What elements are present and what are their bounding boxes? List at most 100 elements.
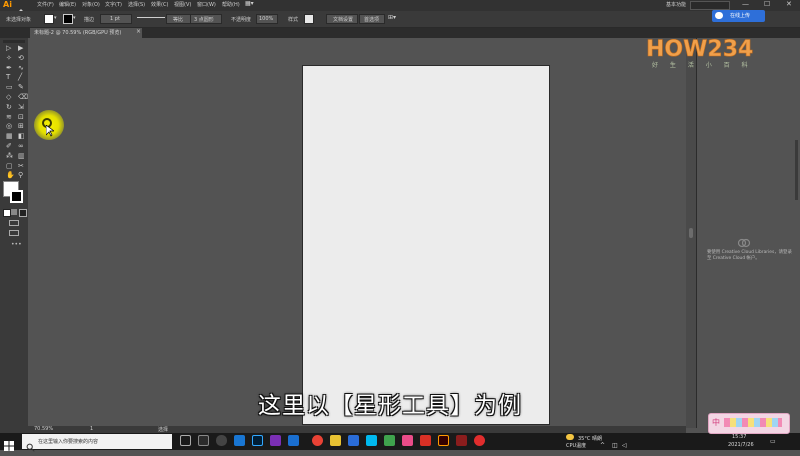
windows-start-icon[interactable]	[4, 436, 14, 451]
type-tool-icon[interactable]: T	[6, 74, 10, 81]
selection-label: 未选择对象	[6, 17, 32, 23]
chrome-app-icon[interactable]	[312, 435, 323, 446]
app-icon[interactable]	[366, 435, 377, 446]
tray-expand-icon[interactable]: ^	[600, 442, 605, 449]
close-icon[interactable]: ✕	[786, 0, 792, 8]
menu-effect[interactable]: 效果(C)	[151, 1, 168, 8]
gradient-mode-icon[interactable]	[19, 209, 27, 217]
tab-close-icon[interactable]: ×	[136, 28, 141, 35]
direct-selection-tool-icon[interactable]: ▶	[18, 45, 23, 52]
fill-swatch[interactable]	[44, 14, 54, 24]
artboard-navigator[interactable]: 1	[90, 426, 93, 432]
ime-mode-label[interactable]: 中	[712, 417, 720, 428]
app-icon[interactable]	[384, 435, 395, 446]
eraser-tool-icon[interactable]: ⌫	[18, 94, 28, 101]
tools-panel-grip[interactable]	[3, 40, 25, 43]
menu-type[interactable]: 文字(T)	[105, 1, 122, 8]
width-tool-icon[interactable]: ≋	[6, 113, 12, 121]
paintbrush-tool-icon[interactable]: ✎	[18, 84, 24, 91]
color-mode-icon[interactable]	[11, 209, 17, 215]
edge-app-icon[interactable]	[234, 435, 245, 446]
hand-tool-icon[interactable]: ✋	[6, 172, 15, 179]
pr-app-icon[interactable]	[288, 435, 299, 446]
app-icon[interactable]	[474, 435, 485, 446]
zoom-tool-icon[interactable]: ⚲	[18, 172, 23, 179]
weather-label[interactable]: 35°C 晴朗	[578, 435, 602, 442]
document-tab-label: 未标题-2 @ 70.59% (RGB/GPU 预览)	[34, 30, 122, 36]
brush-definition[interactable]: 3 点圆形	[190, 14, 222, 24]
symbol-sprayer-tool-icon[interactable]: ⁂	[6, 152, 13, 160]
premiere-app-icon[interactable]	[270, 435, 281, 446]
stroke-color-icon[interactable]	[10, 190, 23, 203]
workspace-switcher-icon[interactable]: ▦▾	[245, 0, 254, 7]
preferences-button[interactable]: 首选项	[359, 14, 385, 24]
minimize-icon[interactable]: —	[742, 0, 749, 8]
free-transform-tool-icon[interactable]: ⊡	[18, 113, 24, 121]
task-view-icon[interactable]	[180, 435, 191, 446]
magic-wand-tool-icon[interactable]: ✧	[6, 54, 12, 62]
gradient-tool-icon[interactable]: ◧	[18, 133, 25, 140]
menu-view[interactable]: 视图(V)	[174, 1, 191, 8]
volume-icon[interactable]: ◁	[622, 442, 627, 449]
scrollbar-thumb[interactable]	[689, 228, 693, 238]
style-swatch[interactable]	[304, 14, 314, 24]
menu-select[interactable]: 选择(S)	[128, 1, 145, 8]
curvature-tool-icon[interactable]: ∿	[18, 64, 24, 72]
artboard-tool-icon[interactable]: ▢	[6, 162, 13, 170]
mesh-tool-icon[interactable]: ▦	[6, 133, 13, 140]
app-icon[interactable]	[456, 435, 467, 446]
menu-edit[interactable]: 编辑(E)	[59, 1, 76, 8]
app-icon[interactable]	[402, 435, 413, 446]
perspective-grid-tool-icon[interactable]: ⊞	[18, 123, 24, 130]
rectangle-tool-icon[interactable]: ▭	[6, 84, 13, 91]
stroke-line-preview[interactable]	[137, 17, 165, 18]
menu-help[interactable]: 帮助(H)	[222, 1, 240, 8]
word-app-icon[interactable]	[348, 435, 359, 446]
slice-tool-icon[interactable]: ✂	[18, 162, 24, 170]
terminal-app-icon[interactable]	[198, 435, 209, 446]
scale-tool-icon[interactable]: ⇲	[18, 103, 24, 111]
app-icon[interactable]	[420, 435, 431, 446]
home-icon[interactable]	[17, 1, 25, 15]
maximize-icon[interactable]: ☐	[764, 0, 770, 8]
stroke-weight-field[interactable]: 1 pt	[100, 14, 132, 24]
eyedropper-tool-icon[interactable]: ✐	[6, 143, 12, 150]
workspace-label[interactable]: 基本功能	[666, 1, 686, 8]
artboard[interactable]	[302, 65, 550, 425]
notification-icon[interactable]: ▭	[770, 438, 776, 445]
clock-time[interactable]: 15:37	[732, 434, 746, 440]
chevron-down-icon[interactable]: ▾	[54, 15, 57, 21]
search-help-field[interactable]	[690, 1, 730, 10]
blend-tool-icon[interactable]: ∞	[18, 143, 24, 150]
zoom-level[interactable]: 70.59%	[34, 426, 53, 432]
arrange-icon[interactable]: ⊞▾	[388, 14, 396, 21]
menu-object[interactable]: 对象(O)	[82, 1, 100, 8]
weather-icon[interactable]	[566, 434, 574, 440]
illustrator-app-icon[interactable]	[438, 435, 449, 446]
menu-file[interactable]: 文件(F)	[37, 1, 54, 8]
document-setup-button[interactable]: 文档设置	[326, 14, 358, 24]
opacity-field[interactable]: 100%	[256, 14, 278, 24]
more-tools-icon[interactable]: •••	[11, 241, 22, 248]
settings-app-icon[interactable]	[216, 435, 227, 446]
panel-dock-strip[interactable]	[795, 140, 798, 200]
screen-mode-icon[interactable]	[9, 230, 19, 236]
creative-cloud-icon	[737, 234, 751, 248]
column-graph-tool-icon[interactable]: ▥	[18, 152, 25, 160]
draw-mode-icon[interactable]	[9, 220, 19, 226]
pen-tool-icon[interactable]: ✒	[6, 64, 12, 72]
shaper-tool-icon[interactable]: ◇	[6, 94, 11, 101]
selection-tool-icon[interactable]: ▷	[6, 45, 11, 52]
chevron-down-icon[interactable]: ▾	[73, 15, 76, 21]
menu-window[interactable]: 窗口(W)	[197, 1, 216, 8]
photoshop-app-icon[interactable]	[252, 435, 263, 446]
explorer-app-icon[interactable]	[330, 435, 341, 446]
stroke-swatch[interactable]	[63, 14, 73, 24]
rotate-tool-icon[interactable]: ↻	[6, 103, 12, 111]
lasso-tool-icon[interactable]: ⟲	[18, 54, 24, 62]
clock-date[interactable]: 2021/7/26	[728, 442, 754, 448]
default-colors-icon[interactable]	[3, 209, 11, 217]
line-segment-tool-icon[interactable]: ╱	[18, 74, 22, 81]
shape-builder-tool-icon[interactable]: ◎	[6, 123, 12, 130]
network-icon[interactable]: ◫	[612, 442, 618, 449]
